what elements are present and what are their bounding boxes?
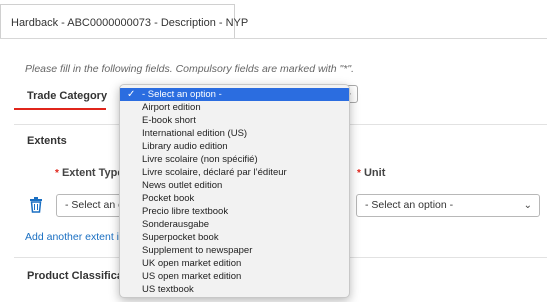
dropdown-option[interactable]: ✓ - Select an option -	[120, 88, 349, 101]
dropdown-option[interactable]: Sonderausgabe	[120, 218, 349, 231]
chevron-down-icon: ⌄	[523, 200, 532, 211]
extent-type-select-value: - Select an o	[65, 199, 124, 211]
extents-label: Extents	[27, 135, 67, 147]
extent-type-label-text: Extent Type	[61, 167, 124, 179]
dropdown-option[interactable]: Supplement to newspaper	[120, 244, 349, 257]
required-marker: *	[357, 168, 361, 179]
trash-icon[interactable]	[29, 197, 43, 213]
dropdown-option[interactable]: Superpocket book	[120, 231, 349, 244]
unit-select[interactable]: - Select an option - ⌄	[356, 194, 540, 217]
extent-type-label: * Extent Type	[55, 167, 124, 179]
add-extent-link[interactable]: Add another extent ite	[25, 231, 128, 243]
dropdown-option[interactable]: US textbook	[120, 283, 349, 296]
trade-category-label: Trade Category	[27, 90, 108, 102]
dropdown-option[interactable]: Pocket book	[120, 192, 349, 205]
trade-category-underline	[14, 108, 106, 110]
unit-select-value: - Select an option -	[365, 199, 454, 211]
extent-type-select[interactable]: - Select an o	[56, 194, 126, 217]
dropdown-option[interactable]: Airport edition	[120, 101, 349, 114]
required-marker: *	[55, 168, 59, 179]
dropdown-option[interactable]: UK open market edition	[120, 257, 349, 270]
dropdown-option[interactable]: Library audio edition	[120, 140, 349, 153]
dropdown-option[interactable]: Livre scolaire, déclaré par l’éditeur	[120, 166, 349, 179]
dropdown-option[interactable]: Livre scolaire (non spécifié)	[120, 153, 349, 166]
unit-label-text: Unit	[363, 167, 386, 179]
dropdown-option[interactable]: International edition (US)	[120, 127, 349, 140]
form-hint: Please fill in the following fields. Com…	[25, 63, 355, 75]
dropdown-option[interactable]: News outlet edition	[120, 179, 349, 192]
dropdown-option-label: - Select an option -	[142, 89, 222, 100]
checkmark-icon: ✓	[127, 89, 136, 100]
dropdown-option[interactable]: Precio libre textbook	[120, 205, 349, 218]
trade-category-dropdown[interactable]: ✓ - Select an option - Airport edition E…	[119, 84, 350, 298]
dropdown-option[interactable]: E-book short	[120, 114, 349, 127]
unit-label: * Unit	[357, 167, 385, 179]
tab-bar: Hardback - ABC0000000073 - Description -…	[0, 0, 547, 39]
tab-hardback[interactable]: Hardback - ABC0000000073 - Description -…	[0, 4, 248, 38]
dropdown-option[interactable]: US open market edition	[120, 270, 349, 283]
